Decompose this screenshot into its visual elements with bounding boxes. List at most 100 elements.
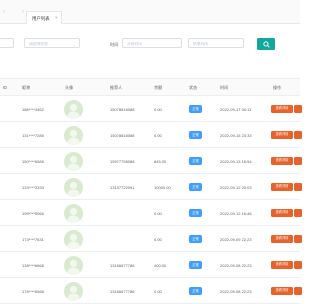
status-select[interactable]: ⌄	[24, 38, 80, 48]
status-badge[interactable]: 正常	[189, 105, 202, 113]
end-time-field[interactable]	[193, 41, 239, 47]
table-row: 1 131****7285 15078816088 0.00 正常 2022-0…	[0, 122, 300, 148]
chevron-down-icon: ⌄	[73, 42, 76, 47]
table-row: 3 186****4462 15078816088 0.00 正常 2022-0…	[0, 96, 300, 122]
more-action-button[interactable]	[294, 261, 302, 269]
cell-time: 2022-09-08 22:23	[220, 289, 252, 294]
cell-referrer: 15977755088	[110, 159, 134, 164]
avatar	[64, 282, 83, 301]
view-details-button[interactable]: 查看详情	[271, 157, 293, 165]
more-action-button[interactable]	[294, 157, 302, 165]
view-details-button[interactable]: 查看详情	[271, 183, 293, 191]
cell-time: 2022-09-12 20:03	[220, 185, 252, 190]
avatar-user-icon	[64, 282, 83, 301]
view-details-button[interactable]: 查看详情	[271, 105, 293, 113]
end-time-input[interactable]	[188, 38, 244, 48]
table-row: 3 178****6588 13166677786 0.00 正常 2022-0…	[0, 278, 300, 304]
avatar	[64, 178, 83, 197]
status-badge[interactable]: 正常	[189, 131, 202, 139]
tabs-scroll-right-icon[interactable]: ‹	[22, 9, 24, 15]
tab-label: 用户列表	[32, 16, 50, 22]
view-details-button[interactable]: 查看详情	[271, 131, 293, 139]
avatar-user-icon	[64, 204, 83, 223]
avatar	[64, 152, 83, 171]
column-header-time: 时间	[220, 85, 228, 91]
keyword-input[interactable]	[0, 38, 14, 48]
avatar-user-icon	[64, 230, 83, 249]
tab-user-list[interactable]: 用户列表 ×	[26, 11, 62, 24]
cell-nickname: 173****7631	[22, 237, 44, 242]
column-header-nickname: 昵称	[22, 85, 30, 91]
more-action-button[interactable]	[294, 105, 302, 113]
table-row: 3 133****3333 13197722091 10000.00 正常 20…	[0, 174, 300, 200]
table-row: 3 199****5066 0.00 正常 2022-09-12 16:46 查…	[0, 200, 300, 226]
cell-balance: 400.00	[154, 263, 166, 268]
cell-time: 2022-09-17 00:11	[220, 107, 251, 112]
search-button[interactable]	[257, 38, 275, 50]
column-header-referrer: 推荐人	[110, 85, 122, 91]
avatar	[64, 230, 83, 249]
cell-balance: 0.00	[154, 237, 162, 242]
status-badge[interactable]: 正常	[189, 209, 202, 217]
cell-nickname: 186****4462	[22, 107, 44, 112]
avatar-user-icon	[64, 100, 83, 119]
table-header: ID 昵称 头像 推荐人 余额 状态 时间 操作	[0, 78, 300, 96]
cell-nickname: 199****5066	[22, 211, 44, 216]
column-header-status: 状态	[189, 85, 197, 91]
cell-balance: 10000.00	[154, 185, 171, 190]
avatar	[64, 204, 83, 223]
cell-balance: 0.00	[154, 133, 162, 138]
cell-nickname: 150****6588	[22, 159, 44, 164]
time-label: 时间	[110, 42, 118, 48]
cell-time: 2022-09-08 22:23	[220, 263, 252, 268]
view-details-button[interactable]: 查看详情	[271, 209, 293, 217]
status-badge[interactable]: 正常	[189, 235, 202, 243]
start-time-input[interactable]	[122, 38, 182, 48]
status-badge[interactable]: 正常	[189, 183, 202, 191]
cell-nickname: 133****3333	[22, 185, 44, 190]
column-header-actions: 操作	[273, 85, 281, 91]
cell-nickname: 131****7285	[22, 133, 44, 138]
tabs-scroll-left-icon[interactable]: ‹	[3, 9, 5, 15]
status-badge[interactable]: 正常	[189, 261, 202, 269]
view-details-button[interactable]: 查看详情	[271, 235, 293, 243]
cell-balance: 0.00	[154, 107, 162, 112]
table-row: 3 138****6668 13166677786 400.00 正常 2022…	[0, 252, 300, 278]
view-details-button[interactable]: 查看详情	[271, 261, 293, 269]
cell-balance: 0.00	[154, 289, 162, 294]
more-action-button[interactable]	[294, 131, 302, 139]
avatar-user-icon	[64, 256, 83, 275]
start-time-field[interactable]	[127, 41, 177, 47]
table-row: 1 173****7631 0.00 正常 2022-09-09 22:23 查…	[0, 226, 300, 252]
avatar-user-icon	[64, 126, 83, 145]
status-badge[interactable]: 正常	[189, 287, 202, 295]
more-action-button[interactable]	[294, 209, 302, 217]
cell-nickname: 138****6668	[22, 263, 44, 268]
status-badge[interactable]: 正常	[189, 157, 202, 165]
status-select-field[interactable]	[29, 41, 75, 47]
more-action-button[interactable]	[294, 183, 302, 191]
column-header-balance: 余额	[154, 85, 162, 91]
tab-bar: ‹ ‹ 用户列表 ×	[0, 0, 300, 24]
cell-referrer: 13197722091	[110, 185, 134, 190]
cell-balance: 845.00	[154, 159, 166, 164]
cell-time: 2022-09-12 16:46	[220, 211, 252, 216]
avatar	[64, 256, 83, 275]
more-action-button[interactable]	[294, 235, 302, 243]
cell-balance: 0.00	[154, 211, 162, 216]
cell-nickname: 178****6588	[22, 289, 44, 294]
avatar-user-icon	[64, 152, 83, 171]
cell-referrer: 13166677786	[110, 263, 134, 268]
cell-time: 2022-09-09 22:23	[220, 237, 252, 242]
cell-time: 2022-09-13 16:54	[220, 159, 252, 164]
cell-referrer: 13166677786	[110, 289, 134, 294]
keyword-field[interactable]	[1, 41, 9, 47]
search-icon	[263, 41, 270, 48]
view-details-button[interactable]: 查看详情	[271, 287, 293, 295]
close-icon[interactable]: ×	[55, 15, 58, 20]
table-row: 0 150****6588 15977755088 845.00 正常 2022…	[0, 148, 300, 174]
avatar	[64, 126, 83, 145]
avatar	[64, 100, 83, 119]
more-action-button[interactable]	[294, 287, 302, 295]
column-header-id: ID	[3, 85, 7, 90]
